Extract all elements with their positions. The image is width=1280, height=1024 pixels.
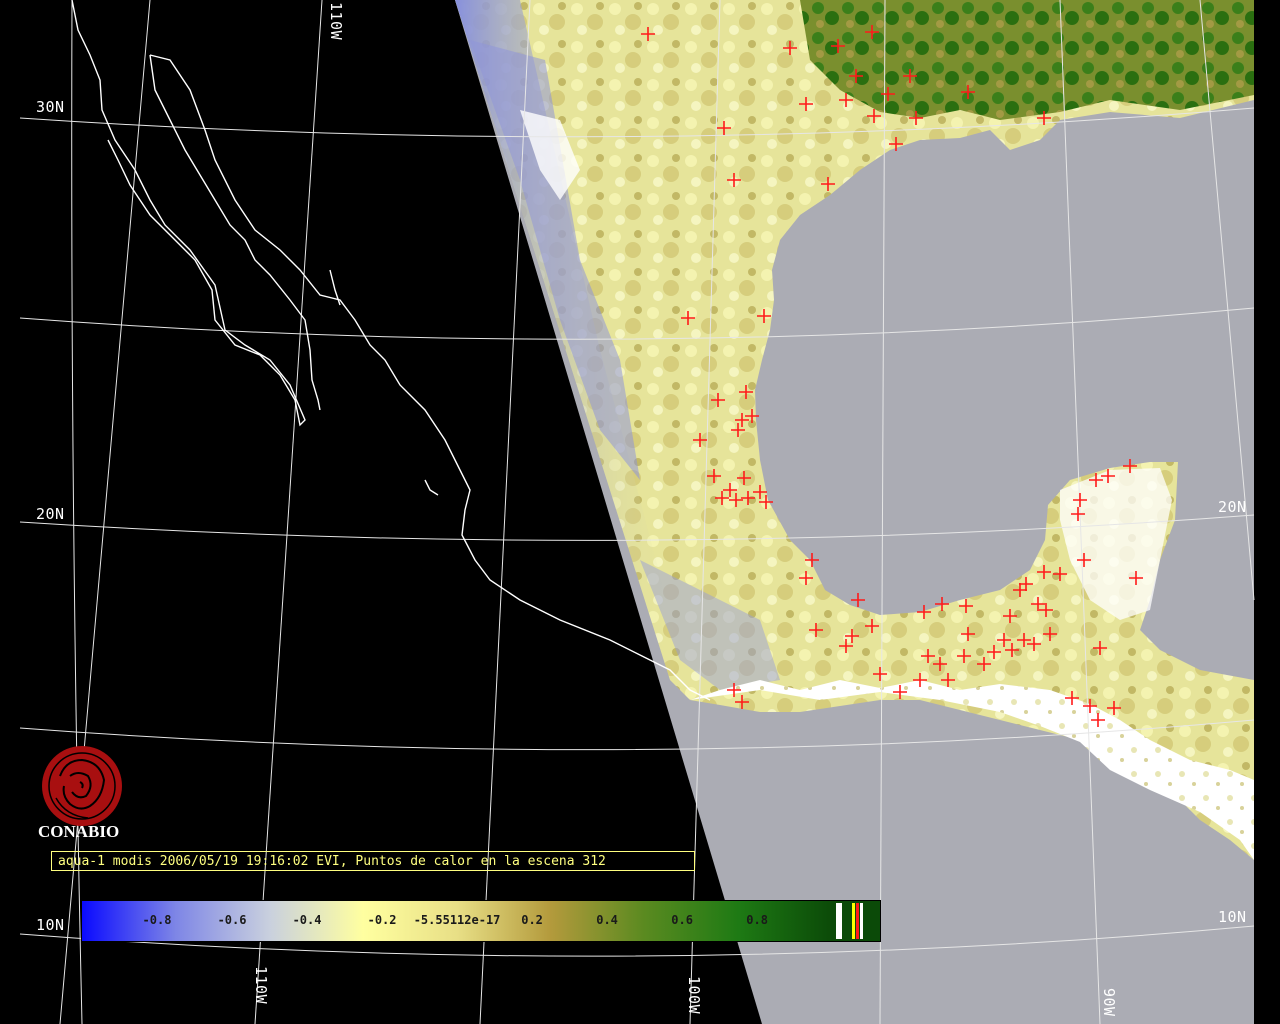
label-20n-right: 20N (1218, 498, 1247, 516)
scale-tick-label: 0.8 (746, 913, 768, 927)
label-110w-top: 110W (327, 2, 345, 41)
satellite-map-view: 30N 20N 10N 20N 10N 110W 110W 100W 90W C… (0, 0, 1280, 1024)
label-10n-left: 10N (36, 916, 65, 934)
scale-tick-label: -0.8 (142, 913, 172, 927)
label-20n-left: 20N (36, 505, 65, 523)
label-10n-right: 10N (1218, 908, 1247, 926)
scale-tick-label: 0.2 (521, 913, 543, 927)
label-30n: 30N (36, 98, 65, 116)
label-90w-bottom: 90W (1100, 988, 1118, 1017)
label-100w-bottom: 100W (685, 976, 703, 1015)
scale-tick-label: 0.4 (596, 913, 618, 927)
scale-tick-label: 0.6 (671, 913, 693, 927)
label-110w-bottom: 110W (252, 966, 270, 1005)
conabio-label: CONABIO (38, 822, 120, 841)
scale-tick-label: -0.6 (217, 913, 247, 927)
scale-tick-label: -5.55112e-17 (413, 913, 501, 927)
scale-swatch-white (860, 903, 863, 939)
scale-swatch-yellow (852, 903, 855, 939)
scale-tick-label: -0.2 (367, 913, 397, 927)
scene-caption: aqua-1 modis 2006/05/19 19:16:02 EVI, Pu… (51, 851, 695, 871)
evi-color-scale: -0.8 -0.6 -0.4 -0.2 -5.55112e-17 0.2 0.4 0.6 0.8 (81, 900, 881, 942)
scale-hotspot-swatch (856, 903, 859, 939)
scale-tick-label: -0.4 (292, 913, 322, 927)
forest-area (800, 0, 1254, 120)
scale-cloud-swatch (836, 903, 842, 939)
